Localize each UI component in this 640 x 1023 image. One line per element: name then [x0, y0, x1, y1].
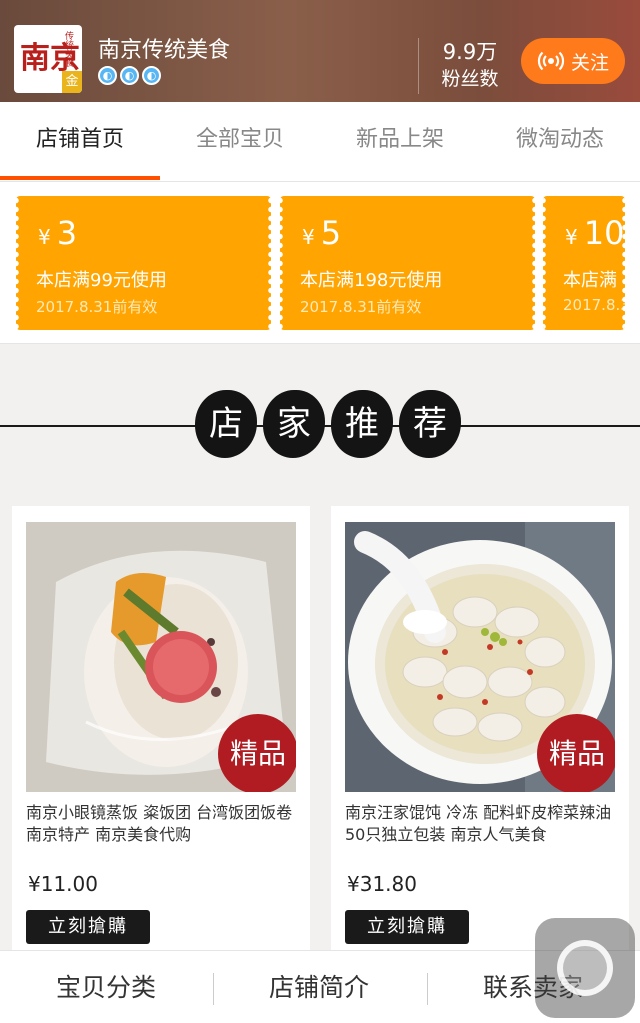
- coupon-condition: 本店满99元使用: [36, 270, 167, 291]
- coupon-validity: 2017.8.31前有效: [300, 298, 422, 316]
- section-title-char: 荐: [399, 390, 461, 458]
- recommend-section-header: 店 家 推 荐: [0, 360, 640, 506]
- shop-logo[interactable]: 南京 传统美食 金: [14, 25, 82, 93]
- coupon-strip[interactable]: ¥3 本店满99元使用 2017.8.31前有效 ¥5 本店满198元使用 20…: [0, 182, 640, 344]
- follow-button[interactable]: 关注: [521, 38, 625, 84]
- shop-rating-gems: ◐ ◐ ◐: [98, 66, 161, 85]
- diamond-icon: ◐: [142, 66, 161, 85]
- product-image-rice-roll[interactable]: 精品: [26, 522, 296, 792]
- shop-header: 南京 传统美食 金 南京传统美食 ◐ ◐ ◐ 9.9万 粉丝数 关注: [0, 0, 640, 102]
- coupon-amount: ¥5: [302, 214, 342, 252]
- buy-now-button[interactable]: 立刻搶購: [345, 910, 469, 944]
- product-price: ¥11.00: [28, 872, 98, 896]
- diamond-icon: ◐: [120, 66, 139, 85]
- nav-item-categories[interactable]: 宝贝分类: [0, 951, 212, 1023]
- product-card[interactable]: 精品 南京小眼镜蒸饭 粢饭团 台湾饭团饭卷 南京特产 南京美食代购 ¥11.00…: [12, 506, 310, 956]
- product-image-wonton[interactable]: 精品: [345, 522, 615, 792]
- coupon-amount: ¥10: [565, 214, 625, 252]
- logo-subtext: 传统美食: [63, 31, 73, 67]
- fans-count: 9.9万: [442, 40, 498, 64]
- coupon-validity: 2017.8.31前有效: [36, 298, 158, 316]
- shop-tabs: 店铺首页 全部宝贝 新品上架 微淘动态: [0, 102, 640, 182]
- product-title[interactable]: 南京汪家馄饨 冷冻 配料虾皮榨菜辣油 50只独立包装 南京人气美食: [345, 802, 617, 846]
- product-title[interactable]: 南京小眼镜蒸饭 粢饭团 台湾饭团饭卷 南京特产 南京美食代购: [26, 802, 298, 846]
- buy-now-button[interactable]: 立刻搶購: [26, 910, 150, 944]
- section-title-char: 推: [331, 390, 393, 458]
- coupon-card[interactable]: ¥5 本店满198元使用 2017.8.31前有效: [277, 196, 538, 330]
- tab-weitao-feed[interactable]: 微淘动态: [480, 102, 640, 182]
- section-title-char: 店: [195, 390, 257, 458]
- coupon-condition: 本店满198元使用: [300, 270, 443, 291]
- premium-badge: 精品: [218, 714, 296, 792]
- coupon-card[interactable]: ¥3 本店满99元使用 2017.8.31前有效: [13, 196, 274, 330]
- assistive-touch-icon: [557, 940, 613, 996]
- tab-home[interactable]: 店铺首页: [0, 102, 160, 182]
- coupon-card[interactable]: ¥10 本店满 2017.8.3: [543, 196, 625, 330]
- section-title-char: 家: [263, 390, 325, 458]
- diamond-icon: ◐: [98, 66, 117, 85]
- tab-new-arrivals[interactable]: 新品上架: [320, 102, 480, 182]
- product-card[interactable]: 精品 南京汪家馄饨 冷冻 配料虾皮榨菜辣油 50只独立包装 南京人气美食 ¥31…: [331, 506, 629, 956]
- shop-name[interactable]: 南京传统美食: [98, 32, 230, 64]
- follow-label: 关注: [570, 51, 609, 74]
- coupon-validity: 2017.8.3: [563, 296, 625, 314]
- nav-item-shop-intro[interactable]: 店铺简介: [213, 951, 425, 1023]
- active-tab-indicator: [0, 176, 160, 180]
- tab-all-items[interactable]: 全部宝贝: [160, 102, 320, 182]
- gold-badge: 金: [62, 71, 82, 93]
- fans-label: 粉丝数: [441, 68, 499, 90]
- header-divider: [418, 38, 419, 94]
- section-title: 店 家 推 荐: [195, 390, 461, 458]
- product-price: ¥31.80: [347, 872, 417, 896]
- broadcast-icon: [537, 51, 565, 71]
- premium-badge: 精品: [537, 714, 615, 792]
- coupon-condition: 本店满: [563, 270, 617, 291]
- coupon-amount: ¥3: [38, 214, 78, 252]
- assistive-touch-button[interactable]: [535, 918, 635, 1018]
